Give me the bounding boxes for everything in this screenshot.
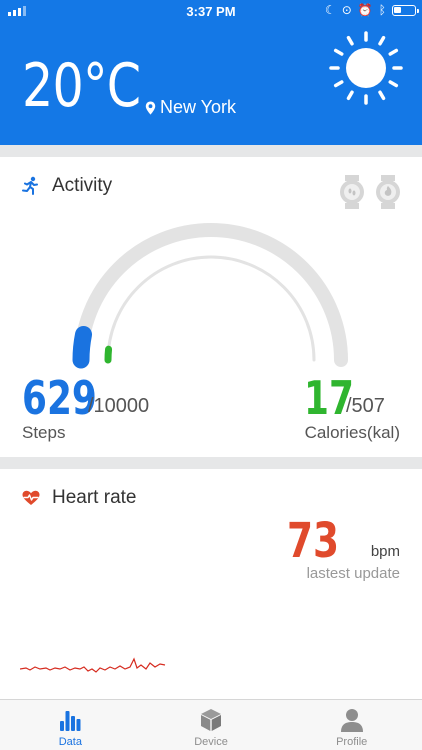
sun-ray <box>346 90 354 101</box>
sun-ray <box>378 35 386 46</box>
heart-rate-summary: 73 bpm lastest update <box>270 517 400 587</box>
steps-progress <box>72 325 93 369</box>
activity-gauge <box>72 223 348 369</box>
steps-value: 629 <box>22 371 97 425</box>
sun-ray <box>333 48 344 56</box>
temperature: 20°C <box>22 51 141 121</box>
status-icons: ☾ ⊙ ⏰ ᛒ <box>325 3 419 17</box>
activity-title: Activity <box>52 175 113 196</box>
sun-icon <box>329 31 403 105</box>
sun-ray <box>388 80 399 88</box>
location[interactable]: New York <box>145 97 236 118</box>
steps-goal: /10000 <box>88 395 150 417</box>
device-icons <box>338 175 402 209</box>
tab-profile-label: Profile <box>336 736 368 748</box>
alarm-icon: ⏰ <box>357 3 373 17</box>
heart-rate-header: Heart rate <box>22 487 136 509</box>
tab-profile[interactable]: Profile <box>281 700 422 750</box>
calories-progress <box>104 345 113 364</box>
weather-header: 3:37 PM ☾ ⊙ ⏰ ᛒ 20°C New York <box>0 0 422 145</box>
watch-calories-icon <box>376 175 400 209</box>
heart-pulse-icon <box>22 490 40 505</box>
activity-card[interactable]: Activity 629 /10000 Steps 17 /507 Calori… <box>0 157 422 457</box>
tab-bar: Data Device Profile <box>0 699 422 750</box>
sun-ray <box>388 48 399 56</box>
tab-data[interactable]: Data <box>0 700 141 750</box>
tab-device-label: Device <box>194 736 228 748</box>
steps-summary: 629 /10000 Steps <box>22 371 149 442</box>
heart-rate-sparkline <box>20 657 166 673</box>
calories-goal: /507 <box>346 395 385 417</box>
tab-device[interactable]: Device <box>141 700 282 750</box>
steps-track <box>74 223 348 367</box>
heart-rate-update-label: lastest update <box>306 565 400 582</box>
bar-chart-icon <box>60 711 81 731</box>
cube-icon <box>201 709 221 731</box>
calories-summary: 17 /507 Calories(kal) <box>290 375 400 445</box>
sun-ray <box>346 35 354 46</box>
tab-data-label: Data <box>58 736 82 748</box>
steps-label: Steps <box>22 423 66 442</box>
heart-rate-value: 73 <box>287 513 340 569</box>
status-bar: 3:37 PM ☾ ⊙ ⏰ ᛒ <box>0 0 422 22</box>
battery-icon <box>392 4 419 16</box>
activity-header: Activity <box>22 175 112 197</box>
calories-track <box>106 255 316 362</box>
running-icon <box>22 176 38 195</box>
heart-rate-unit: bpm <box>370 543 400 560</box>
person-icon <box>340 709 363 732</box>
heart-rate-card[interactable]: Heart rate 73 bpm lastest update <box>0 469 422 699</box>
sun-ray <box>333 80 344 88</box>
heart-rate-title: Heart rate <box>52 487 137 508</box>
calories-label: Calories(kal) <box>304 423 400 442</box>
sun-ray <box>378 90 386 101</box>
location-pin-icon <box>145 101 156 114</box>
moon-icon: ☾ <box>325 3 336 17</box>
bluetooth-icon: ᛒ <box>378 3 386 17</box>
city-name: New York <box>160 97 237 117</box>
orientation-lock-icon: ⊙ <box>341 3 352 17</box>
watch-steps-icon <box>340 175 364 209</box>
